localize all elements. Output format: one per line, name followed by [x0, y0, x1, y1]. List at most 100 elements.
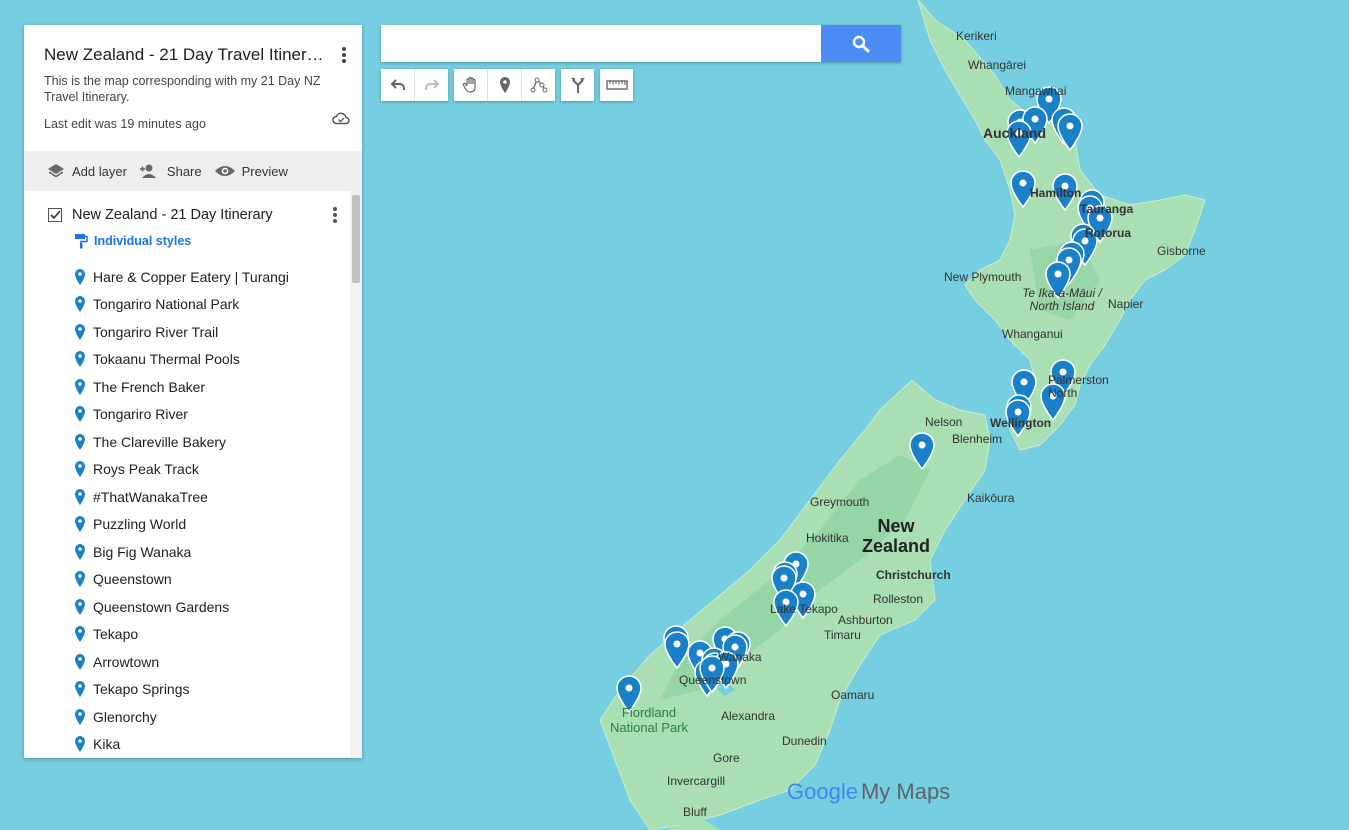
- feature-list-item[interactable]: Puzzling World: [24, 511, 362, 539]
- preview-button[interactable]: Preview: [214, 164, 288, 179]
- map-options-icon[interactable]: [340, 45, 348, 65]
- redo-icon: [424, 79, 439, 90]
- feature-list-item[interactable]: Tongariro River Trail: [24, 318, 362, 346]
- logo-google: Google: [787, 779, 858, 804]
- share-button[interactable]: Share: [139, 163, 202, 179]
- label-whangarei: Whangārei: [968, 58, 1027, 72]
- layer-visibility-checkbox[interactable]: [48, 208, 62, 222]
- redo-button[interactable]: [415, 69, 448, 101]
- feature-list-item[interactable]: Tongariro National Park: [24, 291, 362, 319]
- feature-name: Big Fig Wanaka: [93, 543, 192, 560]
- map-details-panel: New Zealand - 21 Day Travel Itinerary Th…: [24, 25, 362, 758]
- directions-icon: [570, 78, 585, 93]
- label-kaikoura: Kaikōura: [967, 491, 1015, 505]
- feature-name: Tekapo Springs: [93, 681, 190, 698]
- panel-scrollbar-thumb[interactable]: [352, 195, 360, 283]
- feature-list-item[interactable]: Tongariro River: [24, 401, 362, 429]
- label-tauranga: Tauranga: [1080, 202, 1134, 216]
- add-person-icon: [139, 164, 156, 178]
- marker-icon: [75, 571, 85, 588]
- label-hamilton: Hamilton: [1030, 186, 1082, 200]
- feature-list-item[interactable]: Kika: [24, 731, 362, 759]
- label-dunedin: Dunedin: [782, 734, 827, 748]
- marker-icon: [75, 598, 85, 615]
- individual-styles-label: Individual styles: [94, 234, 192, 248]
- feature-list-item[interactable]: Big Fig Wanaka: [24, 538, 362, 566]
- marker-icon: [75, 488, 85, 505]
- feature-list-item[interactable]: #ThatWanakaTree: [24, 483, 362, 511]
- layers-icon: [48, 164, 64, 178]
- label-blenheim: Blenheim: [952, 432, 1003, 446]
- label-timaru: Timaru: [824, 628, 861, 642]
- marker-icon: [75, 323, 85, 340]
- label-nelson: Nelson: [925, 415, 963, 429]
- undo-button[interactable]: [381, 69, 415, 101]
- marker-icon: [75, 406, 85, 423]
- search-input[interactable]: [381, 25, 821, 62]
- label-greymouth: Greymouth: [810, 495, 870, 509]
- label-whanganui: Whanganui: [1002, 327, 1063, 341]
- add-marker-button[interactable]: [488, 69, 522, 101]
- draw-line-icon: [530, 77, 547, 93]
- search-bar: [381, 25, 901, 62]
- feature-name: Tongariro River Trail: [93, 323, 219, 340]
- feature-list-item[interactable]: The Clareville Bakery: [24, 428, 362, 456]
- label-ashburton: Ashburton: [838, 613, 893, 627]
- marker-icon: [75, 433, 85, 450]
- feature-list-item[interactable]: Queenstown: [24, 566, 362, 594]
- layer-options-icon[interactable]: [332, 205, 338, 225]
- marker-icon: [75, 543, 85, 560]
- feature-list-item[interactable]: The French Baker: [24, 373, 362, 401]
- search-button[interactable]: [821, 25, 901, 62]
- feature-name: Queenstown Gardens: [93, 598, 230, 615]
- label-invercargill: Invercargill: [667, 774, 726, 788]
- feature-list-item[interactable]: Tekapo: [24, 621, 362, 649]
- feature-list-item[interactable]: Tokaanu Thermal Pools: [24, 346, 362, 374]
- layer-header: New Zealand - 21 Day Itinerary: [24, 205, 362, 225]
- marker-icon: [75, 351, 85, 368]
- feature-name: Tongariro River: [93, 406, 188, 423]
- marker-icon: [75, 296, 85, 313]
- add-layer-label: Add layer: [72, 163, 127, 179]
- label-queenstown: Queenstown: [679, 673, 747, 687]
- marker-icon: [75, 378, 85, 395]
- feature-list-item[interactable]: Arrowtown: [24, 648, 362, 676]
- paint-roller-icon: [75, 234, 88, 249]
- label-rolleston: Rolleston: [873, 592, 924, 606]
- select-items-button[interactable]: [454, 69, 488, 101]
- add-directions-button[interactable]: [561, 69, 594, 101]
- measure-button[interactable]: [600, 69, 633, 101]
- eye-icon: [214, 166, 235, 176]
- marker-icon: [75, 516, 85, 533]
- feature-list-item[interactable]: Hare & Copper Eatery | Turangi: [24, 263, 362, 291]
- draw-line-button[interactable]: [522, 69, 555, 101]
- preview-label: Preview: [241, 163, 288, 179]
- label-hokitika: Hokitika: [806, 531, 849, 545]
- map-title[interactable]: New Zealand - 21 Day Travel Itinerary: [44, 45, 324, 65]
- feature-name: Glenorchy: [93, 708, 157, 725]
- panel-toolbar: Add layer Share Preview: [24, 151, 362, 191]
- ruler-icon: [605, 80, 628, 90]
- label-auckland: Auckland: [983, 125, 1047, 141]
- marker-icon: [75, 736, 85, 753]
- individual-styles-link[interactable]: Individual styles: [24, 233, 362, 249]
- feature-list-item[interactable]: Roys Peak Track: [24, 456, 362, 484]
- feature-name: Queenstown: [93, 571, 172, 588]
- google-my-maps-logo: Google My Maps: [787, 779, 950, 805]
- feature-list-item[interactable]: Queenstown Gardens: [24, 593, 362, 621]
- label-lake-tekapo: Lake Tekapo: [770, 602, 838, 616]
- map-tools: [381, 69, 633, 101]
- add-layer-button[interactable]: Add layer: [46, 162, 127, 180]
- feature-list-item[interactable]: Glenorchy: [24, 703, 362, 731]
- feature-name: Tokaanu Thermal Pools: [93, 351, 240, 368]
- pin-icon: [499, 77, 510, 93]
- feature-list-item[interactable]: Tekapo Springs: [24, 676, 362, 704]
- label-north-island: Te Ika-a-Māui / North Island: [1022, 286, 1102, 313]
- label-palmerston-north: Palmerston North: [1048, 373, 1109, 400]
- map-description[interactable]: This is the map corresponding with my 21…: [44, 73, 344, 105]
- label-napier: Napier: [1108, 297, 1144, 311]
- share-label: Share: [166, 163, 202, 179]
- label-gisborne: Gisborne: [1157, 244, 1206, 258]
- layer-name[interactable]: New Zealand - 21 Day Itinerary: [72, 207, 273, 223]
- label-gore: Gore: [713, 751, 740, 765]
